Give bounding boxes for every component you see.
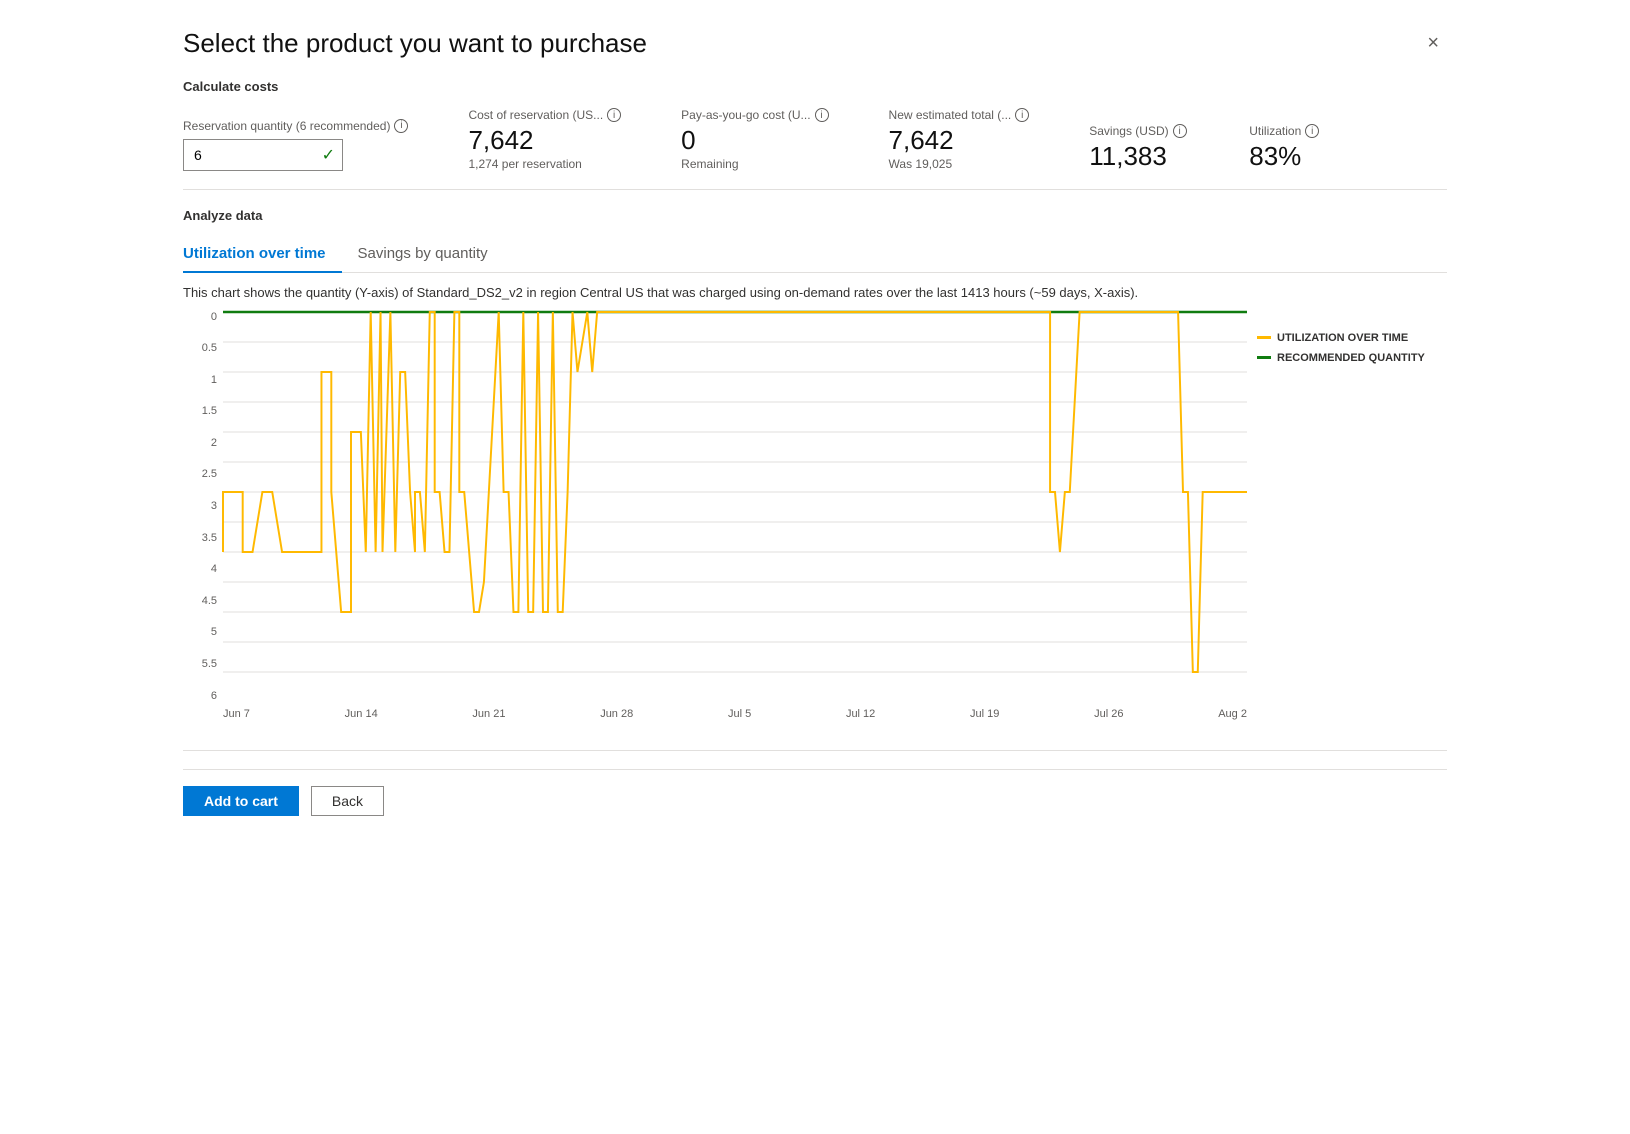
savings-stat: Savings (USD) i 11,383 (1089, 124, 1189, 171)
x-label-aug2: Aug 2 (1218, 708, 1247, 720)
payasyougo-info-icon[interactable]: i (815, 108, 829, 122)
x-label-jun14: Jun 14 (345, 708, 378, 720)
x-label-jun7: Jun 7 (223, 708, 250, 720)
new-estimated-stat: New estimated total (... i 7,642 Was 19,… (889, 108, 1030, 171)
cost-of-reservation-stat: Cost of reservation (US... i 7,642 1,274… (468, 108, 621, 171)
y-label-3: 3 (183, 501, 223, 512)
new-estimated-sub: Was 19,025 (889, 157, 1030, 171)
y-label-05: 0.5 (183, 343, 223, 354)
tab-utilization[interactable]: Utilization over time (183, 237, 342, 272)
savings-value: 11,383 (1089, 142, 1189, 171)
y-label-5: 5 (183, 627, 223, 638)
x-label-jul12: Jul 12 (846, 708, 875, 720)
y-label-35: 3.5 (183, 533, 223, 544)
payasyougo-label: Pay-as-you-go cost (U... (681, 108, 810, 122)
x-label-jun21: Jun 21 (472, 708, 505, 720)
quantity-info-icon[interactable]: i (394, 119, 408, 133)
y-label-2: 2 (183, 438, 223, 449)
new-estimated-info-icon[interactable]: i (1015, 108, 1029, 122)
payasyougo-sub: Remaining (681, 157, 828, 171)
y-label-4: 4 (183, 564, 223, 575)
chart-svg (223, 312, 1247, 702)
footer-buttons: Add to cart Back (183, 769, 1447, 816)
utilization-label: Utilization (1249, 124, 1301, 138)
analyze-data-title: Analyze data (183, 208, 1447, 223)
new-estimated-label: New estimated total (... (889, 108, 1012, 122)
x-label-jun28: Jun 28 (600, 708, 633, 720)
quantity-input[interactable] (183, 139, 343, 171)
payasyougo-value: 0 (681, 126, 828, 155)
cost-reservation-info-icon[interactable]: i (607, 108, 621, 122)
cost-reservation-sub: 1,274 per reservation (468, 157, 621, 171)
close-button[interactable]: × (1419, 28, 1447, 59)
y-label-1: 1 (183, 375, 223, 386)
x-label-jul5: Jul 5 (728, 708, 751, 720)
legend-utilization: UTILIZATION OVER TIME (1257, 332, 1447, 344)
divider-1 (183, 189, 1447, 190)
savings-label: Savings (USD) (1089, 124, 1168, 138)
savings-info-icon[interactable]: i (1173, 124, 1187, 138)
chart-container: 6 5.5 5 4.5 4 3.5 3 2.5 2 1.5 1 0.5 0 (183, 312, 1447, 732)
legend-recommended-label: RECOMMENDED QUANTITY (1277, 352, 1425, 364)
back-button[interactable]: Back (311, 786, 384, 816)
divider-2 (183, 750, 1447, 751)
utilization-stat: Utilization i 83% (1249, 124, 1349, 171)
x-label-jul19: Jul 19 (970, 708, 999, 720)
y-label-15: 1.5 (183, 406, 223, 417)
x-axis: Jun 7 Jun 14 Jun 21 Jun 28 Jul 5 Jul 12 … (223, 702, 1247, 732)
chart-svg-container (223, 312, 1247, 702)
legend-recommended-color (1257, 356, 1271, 359)
calculate-costs-title: Calculate costs (183, 79, 1447, 94)
utilization-value: 83% (1249, 142, 1349, 171)
y-axis: 6 5.5 5 4.5 4 3.5 3 2.5 2 1.5 1 0.5 0 (183, 312, 223, 702)
quantity-field: Reservation quantity (6 recommended) i ✓ (183, 119, 408, 171)
modal-title: Select the product you want to purchase (183, 28, 647, 59)
tab-bar: Utilization over time Savings by quantit… (183, 237, 1447, 273)
payasyougo-stat: Pay-as-you-go cost (U... i 0 Remaining (681, 108, 828, 171)
utilization-info-icon[interactable]: i (1305, 124, 1319, 138)
y-label-25: 2.5 (183, 469, 223, 480)
new-estimated-value: 7,642 (889, 126, 1030, 155)
legend-recommended: RECOMMENDED QUANTITY (1257, 352, 1447, 364)
legend-utilization-label: UTILIZATION OVER TIME (1277, 332, 1408, 344)
add-to-cart-button[interactable]: Add to cart (183, 786, 299, 816)
cost-reservation-value: 7,642 (468, 126, 621, 155)
y-label-45: 4.5 (183, 596, 223, 607)
x-label-jul26: Jul 26 (1094, 708, 1123, 720)
tab-savings[interactable]: Savings by quantity (358, 237, 504, 272)
chart-legend: UTILIZATION OVER TIME RECOMMENDED QUANTI… (1257, 332, 1447, 372)
y-label-0: 0 (183, 312, 223, 323)
y-label-55: 5.5 (183, 659, 223, 670)
check-icon: ✓ (322, 145, 335, 165)
cost-reservation-label: Cost of reservation (US... (468, 108, 603, 122)
chart-description: This chart shows the quantity (Y-axis) o… (183, 285, 1447, 300)
legend-utilization-color (1257, 336, 1271, 339)
quantity-label: Reservation quantity (6 recommended) (183, 119, 390, 133)
y-label-6: 6 (183, 691, 223, 702)
